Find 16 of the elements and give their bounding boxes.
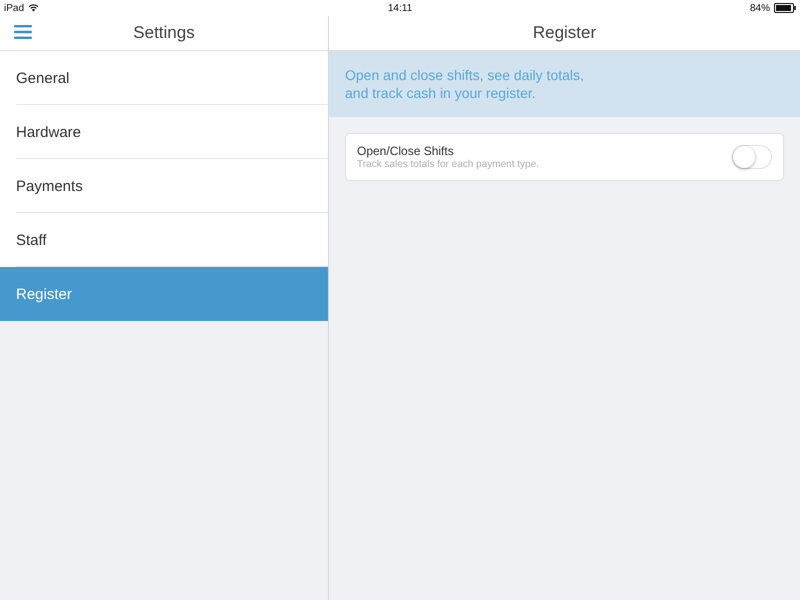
wifi-icon [28, 4, 40, 12]
clock: 14:11 [388, 2, 412, 14]
sidebar-item[interactable]: Payments [0, 159, 328, 213]
setting-title: Open/Close Shifts [357, 144, 455, 158]
page-title: Register [532, 23, 596, 43]
setting-description: Track sales totals for each payment type. [357, 158, 539, 170]
battery-percent: 84% [750, 2, 770, 14]
battery-icon [774, 3, 796, 13]
sidebar-title: Settings [133, 23, 195, 43]
banner-text: Open and close shifts, see daily totals, and track cash in your register. [345, 66, 585, 102]
sidebar-item[interactable]: Staff [0, 213, 328, 267]
sidebar-item[interactable]: Hardware [0, 105, 328, 159]
toggle-switch[interactable] [732, 145, 772, 169]
menu-icon[interactable] [14, 25, 32, 39]
device-name: iPad [4, 2, 24, 14]
sidebar-item[interactable]: General [0, 51, 328, 105]
